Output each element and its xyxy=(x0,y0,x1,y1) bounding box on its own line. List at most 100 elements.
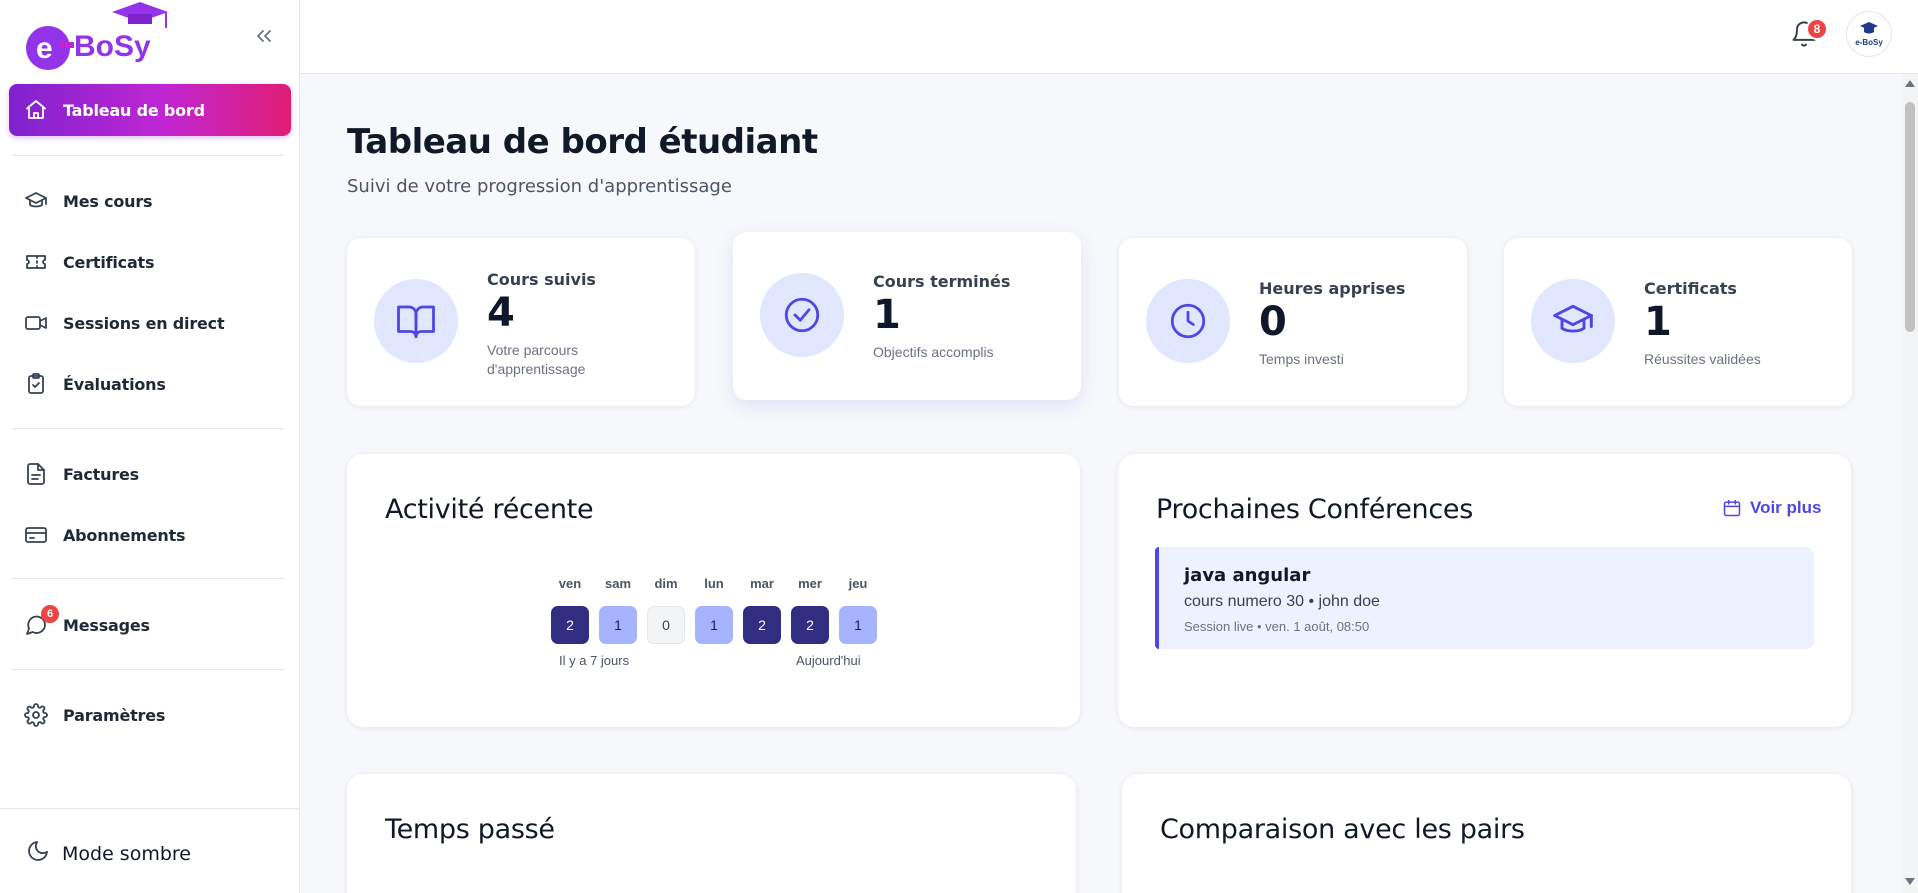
see-more-link[interactable]: Voir plus xyxy=(1722,498,1821,518)
brand-logo[interactable]: e BoSy xyxy=(16,0,170,74)
stat-label: Certificats xyxy=(1644,279,1737,298)
sidebar-item-label: Paramètres xyxy=(63,705,166,725)
scroll-up-arrow-icon[interactable] xyxy=(1905,80,1915,87)
sidebar: e BoSy Tableau de bord Mes cours Certifi… xyxy=(0,0,300,893)
dark-mode-toggle[interactable]: Mode sombre xyxy=(26,839,191,868)
sidebar-item-label: Sessions en direct xyxy=(63,313,225,333)
conference-meta: cours numero 30 • john doe xyxy=(1184,593,1380,610)
conference-time: Session live • ven. 1 août, 08:50 xyxy=(1184,619,1370,634)
sidebar-item-label: Factures xyxy=(63,464,139,484)
activity-legend-start: Il y a 7 jours xyxy=(559,653,630,668)
page-title: Tableau de bord étudiant xyxy=(347,122,818,162)
day-name: jeu xyxy=(848,576,868,591)
activity-day-cell[interactable]: 2 xyxy=(791,606,829,644)
collapse-sidebar-icon[interactable] xyxy=(252,24,276,48)
activity-day: jeu 1 xyxy=(839,576,877,644)
conferences-title: Prochaines Conférences xyxy=(1156,494,1473,525)
svg-text:e: e xyxy=(36,32,53,65)
book-open-icon xyxy=(374,279,458,363)
time-spent-panel: Temps passé xyxy=(347,774,1076,893)
see-more-label: Voir plus xyxy=(1750,498,1822,517)
sidebar-divider xyxy=(12,578,284,579)
credit-card-icon xyxy=(24,523,48,547)
conference-item[interactable]: java angular cours numero 30 • john doe … xyxy=(1155,547,1814,649)
stat-label: Cours terminés xyxy=(873,272,1011,291)
activity-day-cell[interactable]: 2 xyxy=(743,606,781,644)
file-text-icon xyxy=(24,462,48,486)
day-name: mer xyxy=(798,576,822,591)
stat-card-heures-apprises[interactable]: Heures apprises 0 Temps investi xyxy=(1119,238,1467,406)
stat-card-certificats[interactable]: Certificats 1 Réussites validées xyxy=(1504,238,1852,406)
ticket-icon xyxy=(24,250,48,274)
activity-day: dim 0 xyxy=(647,576,685,644)
gear-icon xyxy=(24,703,48,727)
graduation-cap-icon xyxy=(24,189,48,213)
sidebar-item-label: Mes cours xyxy=(63,191,153,211)
check-circle-icon xyxy=(760,273,844,357)
stat-subtext: Objectifs accomplis xyxy=(873,344,994,360)
top-bar: 8 e-BoSy xyxy=(300,0,1918,74)
stat-subtext: Réussites validées xyxy=(1644,351,1761,367)
notification-badge: 8 xyxy=(1806,18,1828,40)
stat-label: Heures apprises xyxy=(1259,279,1406,298)
sidebar-item-label: Certificats xyxy=(63,252,155,272)
sidebar-item-certificats[interactable]: Certificats xyxy=(9,236,291,288)
sidebar-item-evaluations[interactable]: Évaluations xyxy=(9,358,291,410)
sidebar-item-label: Messages xyxy=(63,615,150,635)
day-name: ven xyxy=(558,576,582,591)
activity-day: mer 2 xyxy=(791,576,829,644)
stat-label: Cours suivis xyxy=(487,270,596,289)
sidebar-item-factures[interactable]: Factures xyxy=(9,448,291,500)
day-name: lun xyxy=(704,576,724,591)
sidebar-item-label: Tableau de bord xyxy=(63,100,205,120)
scroll-thumb[interactable] xyxy=(1905,102,1915,332)
sidebar-item-label: Évaluations xyxy=(63,374,166,394)
conference-title: java angular xyxy=(1184,565,1311,586)
moon-icon xyxy=(26,839,50,868)
stat-value: 1 xyxy=(873,292,901,338)
sidebar-item-parametres[interactable]: Paramètres xyxy=(9,689,291,741)
sidebar-divider xyxy=(12,155,284,156)
activity-day-cell[interactable]: 0 xyxy=(647,606,685,644)
activity-day-cell[interactable]: 2 xyxy=(551,606,589,644)
peers-comparison-title: Comparaison avec les pairs xyxy=(1160,814,1525,845)
activity-day: ven 2 xyxy=(551,576,589,644)
sidebar-item-messages[interactable]: 6 Messages xyxy=(9,599,291,651)
time-spent-title: Temps passé xyxy=(385,814,555,845)
sidebar-item-tableau-de-bord[interactable]: Tableau de bord xyxy=(9,84,291,136)
activity-day: lun 1 xyxy=(695,576,733,644)
scroll-down-arrow-icon[interactable] xyxy=(1905,878,1915,885)
activity-day-cell[interactable]: 1 xyxy=(695,606,733,644)
sidebar-item-abonnements[interactable]: Abonnements xyxy=(9,509,291,561)
stat-value: 1 xyxy=(1644,299,1672,345)
dark-mode-label: Mode sombre xyxy=(62,842,191,865)
activity-title: Activité récente xyxy=(385,494,594,525)
sidebar-divider xyxy=(12,669,284,670)
sidebar-footer: Mode sombre xyxy=(0,808,300,893)
activity-day-cell[interactable]: 1 xyxy=(599,606,637,644)
graduation-cap-icon xyxy=(1860,22,1878,34)
activity-day-cell[interactable]: 1 xyxy=(839,606,877,644)
page-subtitle: Suivi de votre progression d'apprentissa… xyxy=(347,176,732,197)
stat-card-cours-suivis[interactable]: Cours suivis 4 Votre parcours d'apprenti… xyxy=(347,238,695,406)
peers-comparison-panel: Comparaison avec les pairs xyxy=(1122,774,1851,893)
sidebar-divider xyxy=(12,428,284,429)
stat-value: 4 xyxy=(487,290,515,336)
sidebar-item-mes-cours[interactable]: Mes cours xyxy=(9,175,291,227)
sidebar-item-label: Abonnements xyxy=(63,525,186,545)
svg-text:BoSy: BoSy xyxy=(74,30,151,63)
sidebar-item-sessions-en-direct[interactable]: Sessions en direct xyxy=(9,297,291,349)
clock-icon xyxy=(1146,279,1230,363)
activity-day: sam 1 xyxy=(599,576,637,644)
stat-subtext: Votre parcours d'apprentissage xyxy=(487,342,586,377)
calendar-icon xyxy=(1723,499,1741,517)
avatar-label: e-BoSy xyxy=(1855,38,1883,47)
page-scrollbar[interactable] xyxy=(1902,74,1918,893)
stat-card-cours-termines[interactable]: Cours terminés 1 Objectifs accomplis xyxy=(733,232,1081,400)
activity-legend-end: Aujourd'hui xyxy=(796,653,861,668)
graduation-cap-icon xyxy=(1531,279,1615,363)
avatar[interactable]: e-BoSy xyxy=(1846,11,1892,57)
day-name: mar xyxy=(750,576,774,591)
home-icon xyxy=(24,98,48,122)
day-name: dim xyxy=(654,576,678,591)
